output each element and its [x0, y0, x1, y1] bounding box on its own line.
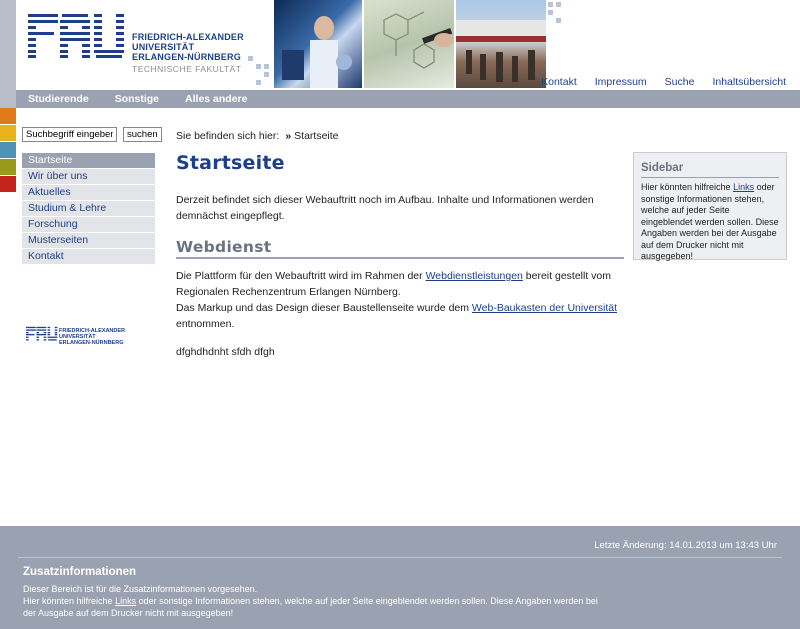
sidebar-item-studium-lehre[interactable]: Studium & Lehre	[22, 201, 155, 216]
deco-square	[256, 80, 261, 85]
sidebar-text: Hier könnten hilfreiche Links oder sonst…	[641, 182, 779, 263]
deco-square	[256, 64, 261, 69]
fau-name: FRIEDRICH-ALEXANDER UNIVERSITÄT ERLANGEN…	[132, 32, 244, 62]
footer-title: Zusatzinformationen	[23, 566, 137, 578]
header: FRIEDRICH-ALEXANDER UNIVERSITÄT ERLANGEN…	[16, 0, 800, 90]
fau-logo-small-icon	[26, 326, 58, 341]
header-photo-campus	[456, 0, 546, 88]
info-sidebar: Sidebar Hier könnten hilfreiche Links od…	[633, 152, 787, 263]
footer-links-link[interactable]: Links	[115, 596, 136, 606]
p1-text-before: Die Plattform für den Webauftritt wird i…	[176, 270, 426, 282]
molecule-photo-icon	[383, 11, 454, 69]
left-strip-grey	[0, 0, 16, 108]
p2-text-after: entnommen.	[176, 318, 235, 330]
webdienstleistungen-link[interactable]: Webdienstleistungen	[426, 270, 523, 282]
fau-name-line-1: FRIEDRICH-ALEXANDER	[132, 32, 244, 42]
sidebar-links-link[interactable]: Links	[733, 182, 754, 192]
breadcrumb: Sie befinden sich hier: » Startseite	[176, 130, 339, 142]
faculty-name: TECHNISCHE FAKULTÄT	[132, 64, 242, 74]
webdienst-paragraph: Die Plattform für den Webauftritt wird i…	[176, 268, 624, 332]
mainnav-alles-andere[interactable]: Alles andere	[185, 93, 247, 105]
fau-logo-icon	[28, 14, 124, 58]
sidebar-item-aktuelles[interactable]: Aktuelles	[22, 185, 155, 200]
strip-yellow	[0, 125, 16, 141]
footer-description: Dieser Bereich ist für die Zusatzinforma…	[23, 583, 603, 619]
strip-olive	[0, 159, 16, 175]
top-link-kontakt[interactable]: Kontakt	[541, 76, 577, 88]
strip-orange	[0, 108, 16, 124]
deco-square	[556, 18, 561, 23]
lab-photo-icon	[282, 16, 352, 88]
intro-text: Derzeit befindet sich dieser Webauftritt…	[176, 194, 594, 222]
sidebar-item-forschung[interactable]: Forschung	[22, 217, 155, 232]
sidebar-item-startseite[interactable]: Startseite	[22, 153, 155, 168]
header-photo-lab	[274, 0, 362, 88]
footer-line-2: Hier könnten hilfreiche Links oder sonst…	[23, 595, 603, 619]
fau-name-line-2: UNIVERSITÄT	[132, 42, 195, 52]
breadcrumb-label: Sie befinden sich hier:	[176, 130, 280, 142]
sidebar-item-wir-ueber-uns[interactable]: Wir über uns	[22, 169, 155, 184]
search-button[interactable]: suchen	[123, 127, 162, 142]
page-title: Startseite	[176, 152, 285, 174]
sidebar-text-after: oder sonstige Informationen stehen, welc…	[641, 182, 779, 261]
search-input[interactable]	[22, 127, 117, 142]
sidebar-item-musterseiten[interactable]: Musterseiten	[22, 233, 155, 248]
strip-blue	[0, 142, 16, 158]
fau-name-line-3: ERLANGEN-NÜRNBERG	[132, 52, 241, 62]
mainnav-studierende[interactable]: Studierende	[28, 93, 89, 105]
misc-paragraph: dfghdhdnht sfdh dfgh	[176, 346, 275, 358]
footer-line2-before: Hier könnten hilfreiche	[23, 596, 116, 606]
deco-square	[548, 2, 553, 7]
sidebar-navigation: Startseite Wir über uns Aktuelles Studiu…	[22, 153, 155, 265]
top-link-inhaltsuebersicht[interactable]: Inhaltsübersicht	[712, 76, 786, 88]
fau-logo-small[interactable]: FRIEDRICH-ALEXANDER UNIVERSITÄT ERLANGEN…	[26, 322, 156, 350]
deco-square	[556, 2, 561, 7]
section-title-webdienst: Webdienst	[176, 238, 624, 259]
breadcrumb-current[interactable]: Startseite	[294, 130, 338, 142]
search-form: suchen	[22, 127, 162, 142]
last-modified: Letzte Änderung: 14.01.2013 um 13:43 Uhr	[594, 540, 777, 551]
sidebar-item-kontakt[interactable]: Kontakt	[22, 249, 155, 264]
campus-photo-icon	[456, 20, 546, 82]
top-link-impressum[interactable]: Impressum	[595, 76, 647, 88]
left-color-strip	[0, 0, 16, 526]
breadcrumb-separator-icon: »	[285, 130, 292, 142]
footer-divider	[18, 557, 782, 558]
top-link-suche[interactable]: Suche	[665, 76, 695, 88]
sidebar-text-before: Hier könnten hilfreiche	[641, 182, 734, 192]
main-navigation: Studierende Sonstige Alles andere	[16, 90, 800, 108]
web-baukasten-link[interactable]: Web-Baukasten der Universität	[472, 302, 617, 314]
main-content: Startseite Derzeit befindet sich dieser …	[176, 152, 624, 374]
small-name-line-3: ERLANGEN-NÜRNBERG	[59, 340, 124, 346]
footer-line-1: Dieser Bereich ist für die Zusatzinforma…	[23, 584, 258, 594]
strip-red	[0, 176, 16, 192]
deco-square	[264, 72, 269, 77]
sidebar-title: Sidebar	[641, 162, 779, 178]
fau-logo[interactable]: FRIEDRICH-ALEXANDER UNIVERSITÄT ERLANGEN…	[28, 14, 258, 76]
p2-text-before: Das Markup und das Design dieser Baustel…	[176, 302, 472, 314]
header-photo-molecule	[364, 0, 454, 88]
deco-square	[264, 64, 269, 69]
mainnav-sonstige[interactable]: Sonstige	[115, 93, 159, 105]
footer: Letzte Änderung: 14.01.2013 um 13:43 Uhr…	[0, 526, 800, 629]
fau-logo-small-name: FRIEDRICH-ALEXANDER UNIVERSITÄT ERLANGEN…	[59, 328, 125, 346]
deco-square	[548, 10, 553, 15]
deco-square	[248, 56, 253, 61]
top-navigation: Kontakt Impressum Suche Inhaltsübersicht	[541, 76, 786, 88]
